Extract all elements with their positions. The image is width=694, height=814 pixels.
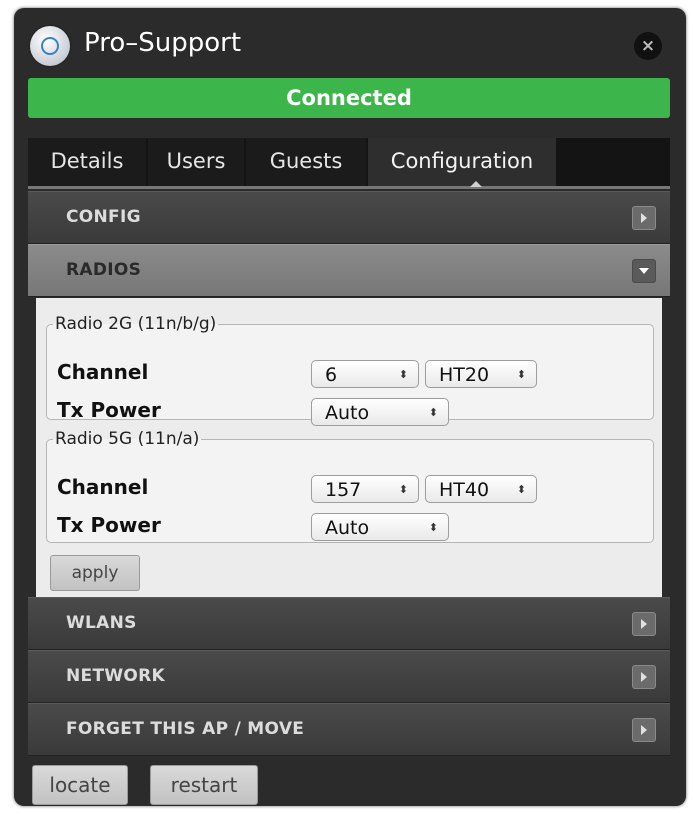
channel-value-2g: 6	[325, 364, 338, 386]
collapse-arrow-icon[interactable]	[632, 259, 656, 283]
tx-power-value-5g: Auto	[325, 517, 370, 539]
arrow-down-glyph	[639, 268, 649, 274]
expand-arrow-icon[interactable]	[632, 612, 656, 636]
restart-button[interactable]: restart	[150, 765, 258, 805]
tx-power-value-2g: Auto	[325, 402, 370, 424]
access-point-icon-ring	[41, 37, 59, 55]
width-value-2g: HT20	[439, 364, 490, 386]
section-forget-ap[interactable]: FORGET THIS AP / MOVE	[28, 703, 670, 756]
section-wlans[interactable]: WLANS	[28, 597, 670, 650]
radio-5g-group: Radio 5G (11n/a) Channel 157 ⬍ HT40 ⬍ Tx P…	[46, 429, 654, 543]
width-select-2g[interactable]: HT20 ⬍	[425, 360, 537, 388]
tx-power-select-5g[interactable]: Auto ⬍	[311, 513, 449, 541]
radio-2g-group: Radio 2G (11n/b/g) Channel 6 ⬍ HT20 ⬍ Tx P…	[46, 314, 654, 426]
section-network[interactable]: NETWORK	[28, 650, 670, 703]
select-arrows-icon: ⬍	[428, 521, 438, 534]
locate-button[interactable]: locate	[32, 765, 128, 805]
channel-label: Channel	[57, 360, 149, 384]
channel-select-5g[interactable]: 157 ⬍	[311, 475, 419, 503]
radio-2g-legend: Radio 2G (11n/b/g)	[55, 314, 217, 334]
close-icon[interactable]: ×	[634, 32, 662, 60]
select-arrows-icon: ⬍	[398, 483, 408, 496]
arrow-right-glyph	[641, 725, 647, 735]
tab-details[interactable]: Details	[28, 138, 146, 186]
section-radios[interactable]: RADIOS	[28, 244, 670, 297]
panel-header: Pro–Support ×	[14, 8, 686, 86]
channel-value-5g: 157	[325, 479, 362, 501]
tab-bar: Details Users Guests Configuration	[28, 138, 670, 189]
access-point-icon	[30, 26, 70, 66]
section-config[interactable]: CONFIG	[28, 191, 670, 244]
section-network-label: NETWORK	[66, 666, 166, 686]
tx-power-label: Tx Power	[57, 398, 161, 422]
width-select-5g[interactable]: HT40 ⬍	[425, 475, 537, 503]
arrow-right-glyph	[641, 619, 647, 629]
apply-button[interactable]: apply	[50, 555, 140, 591]
tab-configuration[interactable]: Configuration	[368, 138, 556, 186]
expand-arrow-icon[interactable]	[632, 665, 656, 689]
expand-arrow-icon[interactable]	[632, 206, 656, 230]
panel-title: Pro–Support	[84, 28, 242, 58]
tab-guests[interactable]: Guests	[246, 138, 366, 186]
select-arrows-icon: ⬍	[516, 368, 526, 381]
arrow-right-glyph	[641, 213, 647, 223]
section-wlans-label: WLANS	[66, 613, 137, 633]
ap-detail-panel: Pro–Support × Connected Details Users Gu…	[14, 8, 686, 806]
select-arrows-icon: ⬍	[516, 483, 526, 496]
radio-5g-legend: Radio 5G (11n/a)	[55, 429, 200, 449]
tx-power-label: Tx Power	[57, 513, 161, 537]
section-config-label: CONFIG	[66, 207, 141, 227]
tab-users[interactable]: Users	[148, 138, 244, 186]
expand-arrow-icon[interactable]	[632, 718, 656, 742]
select-arrows-icon: ⬍	[398, 368, 408, 381]
section-radios-label: RADIOS	[66, 260, 142, 280]
status-badge: Connected	[28, 78, 670, 118]
channel-label: Channel	[57, 475, 149, 499]
section-forget-ap-label: FORGET THIS AP / MOVE	[66, 719, 305, 739]
channel-select-2g[interactable]: 6 ⬍	[311, 360, 419, 388]
radios-panel: Radio 2G (11n/b/g) Channel 6 ⬍ HT20 ⬍ Tx P…	[36, 298, 662, 598]
active-tab-indicator	[470, 181, 482, 187]
arrow-right-glyph	[641, 672, 647, 682]
tx-power-select-2g[interactable]: Auto ⬍	[311, 398, 449, 426]
width-value-5g: HT40	[439, 479, 490, 501]
select-arrows-icon: ⬍	[428, 406, 438, 419]
